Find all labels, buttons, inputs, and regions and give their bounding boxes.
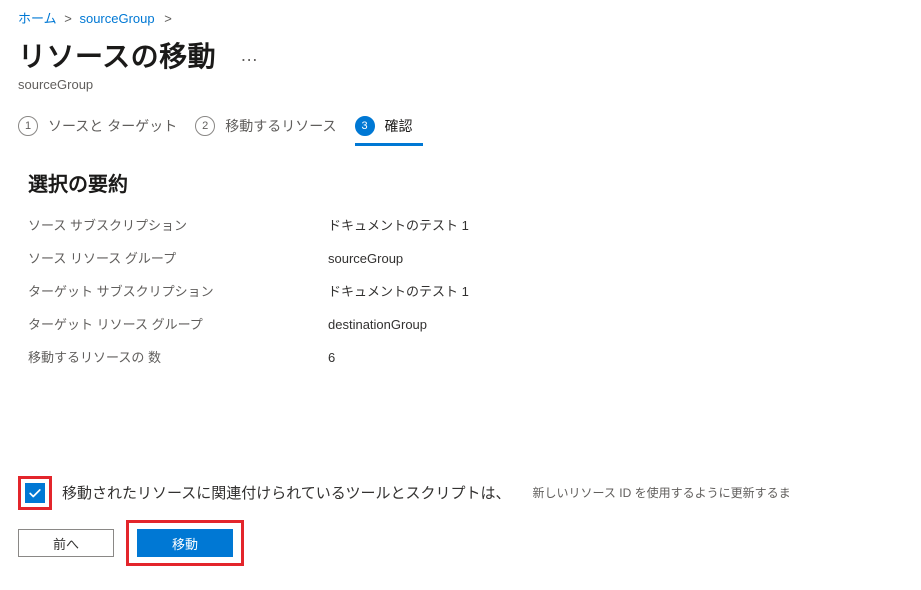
page-subtitle: sourceGroup	[0, 75, 921, 110]
acknowledge-note: 新しいリソース ID を使用するように更新するま	[533, 476, 791, 501]
row-source-rg: ソース リソース グループ sourceGroup	[28, 248, 893, 267]
check-icon	[28, 486, 42, 500]
summary-heading: 選択の要約	[28, 168, 893, 197]
value-source-rg: sourceGroup	[328, 251, 403, 266]
step-label-1: ソースと ターゲット	[48, 116, 177, 136]
value-resource-count: 6	[328, 350, 335, 365]
step-resources[interactable]: 2 移動するリソース	[195, 110, 354, 146]
breadcrumb: ホーム > sourceGroup >	[0, 0, 921, 29]
acknowledge-checkbox[interactable]	[25, 483, 45, 503]
step-review[interactable]: 3 確認	[355, 110, 423, 146]
label-target-subscription: ターゲット サブスクリプション	[28, 281, 328, 300]
step-number-3: 3	[355, 116, 375, 136]
breadcrumb-chevron: >	[164, 11, 172, 26]
step-number-2: 2	[195, 116, 215, 136]
row-resource-count: 移動するリソースの 数 6	[28, 347, 893, 366]
wizard-steps: 1 ソースと ターゲット 2 移動するリソース 3 確認	[0, 110, 921, 152]
value-target-subscription: ドキュメントのテスト 1	[328, 281, 469, 300]
step-label-2: 移動するリソース	[225, 116, 336, 136]
breadcrumb-sep: >	[64, 11, 72, 26]
row-target-rg: ターゲット リソース グループ destinationGroup	[28, 314, 893, 333]
acknowledge-checkbox-highlight	[18, 476, 52, 510]
move-button-highlight: 移動	[126, 520, 244, 566]
label-target-rg: ターゲット リソース グループ	[28, 314, 328, 333]
footer: 移動されたリソースに関連付けられているツールとスクリプトは、 新しいリソース I…	[0, 476, 921, 566]
label-resource-count: 移動するリソースの 数	[28, 347, 328, 366]
breadcrumb-home[interactable]: ホーム	[18, 11, 57, 26]
row-source-subscription: ソース サブスクリプション ドキュメントのテスト 1	[28, 215, 893, 234]
step-label-3: 確認	[385, 116, 413, 136]
previous-button[interactable]: 前へ	[18, 529, 114, 557]
label-source-subscription: ソース サブスクリプション	[28, 215, 328, 234]
value-source-subscription: ドキュメントのテスト 1	[328, 215, 469, 234]
breadcrumb-sourcegroup[interactable]: sourceGroup	[79, 11, 154, 26]
button-row: 前へ 移動	[18, 520, 903, 566]
more-menu-icon[interactable]: …	[236, 45, 262, 66]
move-button[interactable]: 移動	[137, 529, 233, 557]
label-source-rg: ソース リソース グループ	[28, 248, 328, 267]
acknowledge-text: 移動されたリソースに関連付けられているツールとスクリプトは、	[62, 476, 511, 503]
value-target-rg: destinationGroup	[328, 317, 427, 332]
acknowledge-row: 移動されたリソースに関連付けられているツールとスクリプトは、 新しいリソース I…	[18, 476, 903, 510]
page-title: リソースの移動	[18, 35, 216, 75]
row-target-subscription: ターゲット サブスクリプション ドキュメントのテスト 1	[28, 281, 893, 300]
title-row: リソースの移動 …	[0, 29, 921, 75]
step-source-target[interactable]: 1 ソースと ターゲット	[18, 110, 195, 146]
summary-section: 選択の要約 ソース サブスクリプション ドキュメントのテスト 1 ソース リソー…	[0, 152, 921, 396]
step-number-1: 1	[18, 116, 38, 136]
